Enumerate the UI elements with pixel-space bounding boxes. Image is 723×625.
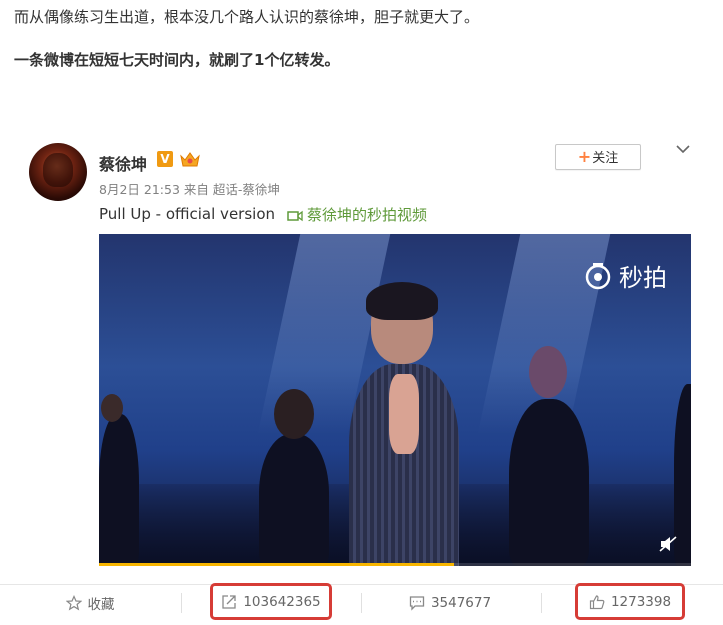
video-link[interactable]: 蔡徐坤的秒拍视频: [287, 204, 427, 225]
watermark-text: 秒拍: [619, 264, 667, 292]
repost-button[interactable]: 103642365: [210, 583, 332, 620]
thumbs-up-icon: [589, 594, 605, 609]
mute-icon[interactable]: [659, 536, 677, 552]
comment-button[interactable]: 3547677: [390, 585, 510, 621]
like-count: 1273398: [610, 593, 672, 610]
favorite-label: 收藏: [87, 597, 115, 613]
post-text: Pull Up - official version: [99, 205, 276, 223]
comment-count: 3547677: [430, 595, 492, 611]
like-button[interactable]: 1273398: [575, 583, 685, 620]
video-watermark: 秒拍: [583, 258, 667, 293]
post-meta: 8月2日 21:53 来自 超话-蔡徐坤: [99, 182, 280, 197]
crown-icon: [180, 152, 200, 167]
weibo-post-card: 蔡徐坤 V 8月2日 21:53 来自 超话-蔡徐坤 +关注 Pull Up -…: [0, 128, 723, 625]
favorite-button[interactable]: 收藏: [20, 585, 160, 621]
miaopai-logo-icon: [585, 262, 611, 289]
avatar[interactable]: [29, 143, 87, 201]
video-progress-bar[interactable]: [99, 563, 691, 566]
article-paragraph-1: 而从偶像练习生出道，根本没几个路人认识的蔡徐坤，胆子就更大了。: [14, 8, 480, 26]
chevron-down-icon[interactable]: [676, 144, 690, 154]
action-bar: 收藏 103642365 3547677 1273398: [0, 583, 723, 621]
comment-icon: [409, 596, 425, 611]
follow-label: 关注: [592, 151, 619, 166]
plus-icon: +: [577, 147, 592, 166]
repost-icon: [222, 594, 236, 609]
article-paragraph-2: 一条微博在短短七天时间内，就刷了1个亿转发。: [14, 51, 340, 69]
verified-badge-icon: V: [157, 151, 173, 167]
video-camera-icon: [287, 210, 303, 222]
follow-button[interactable]: +关注: [555, 144, 641, 170]
video-player[interactable]: 秒拍: [99, 234, 691, 566]
repost-count: 103642365: [243, 593, 321, 610]
video-link-label: 蔡徐坤的秒拍视频: [307, 206, 428, 224]
star-icon: [65, 595, 82, 611]
video-progress-fill: [99, 563, 455, 566]
username-link[interactable]: 蔡徐坤: [99, 151, 147, 175]
